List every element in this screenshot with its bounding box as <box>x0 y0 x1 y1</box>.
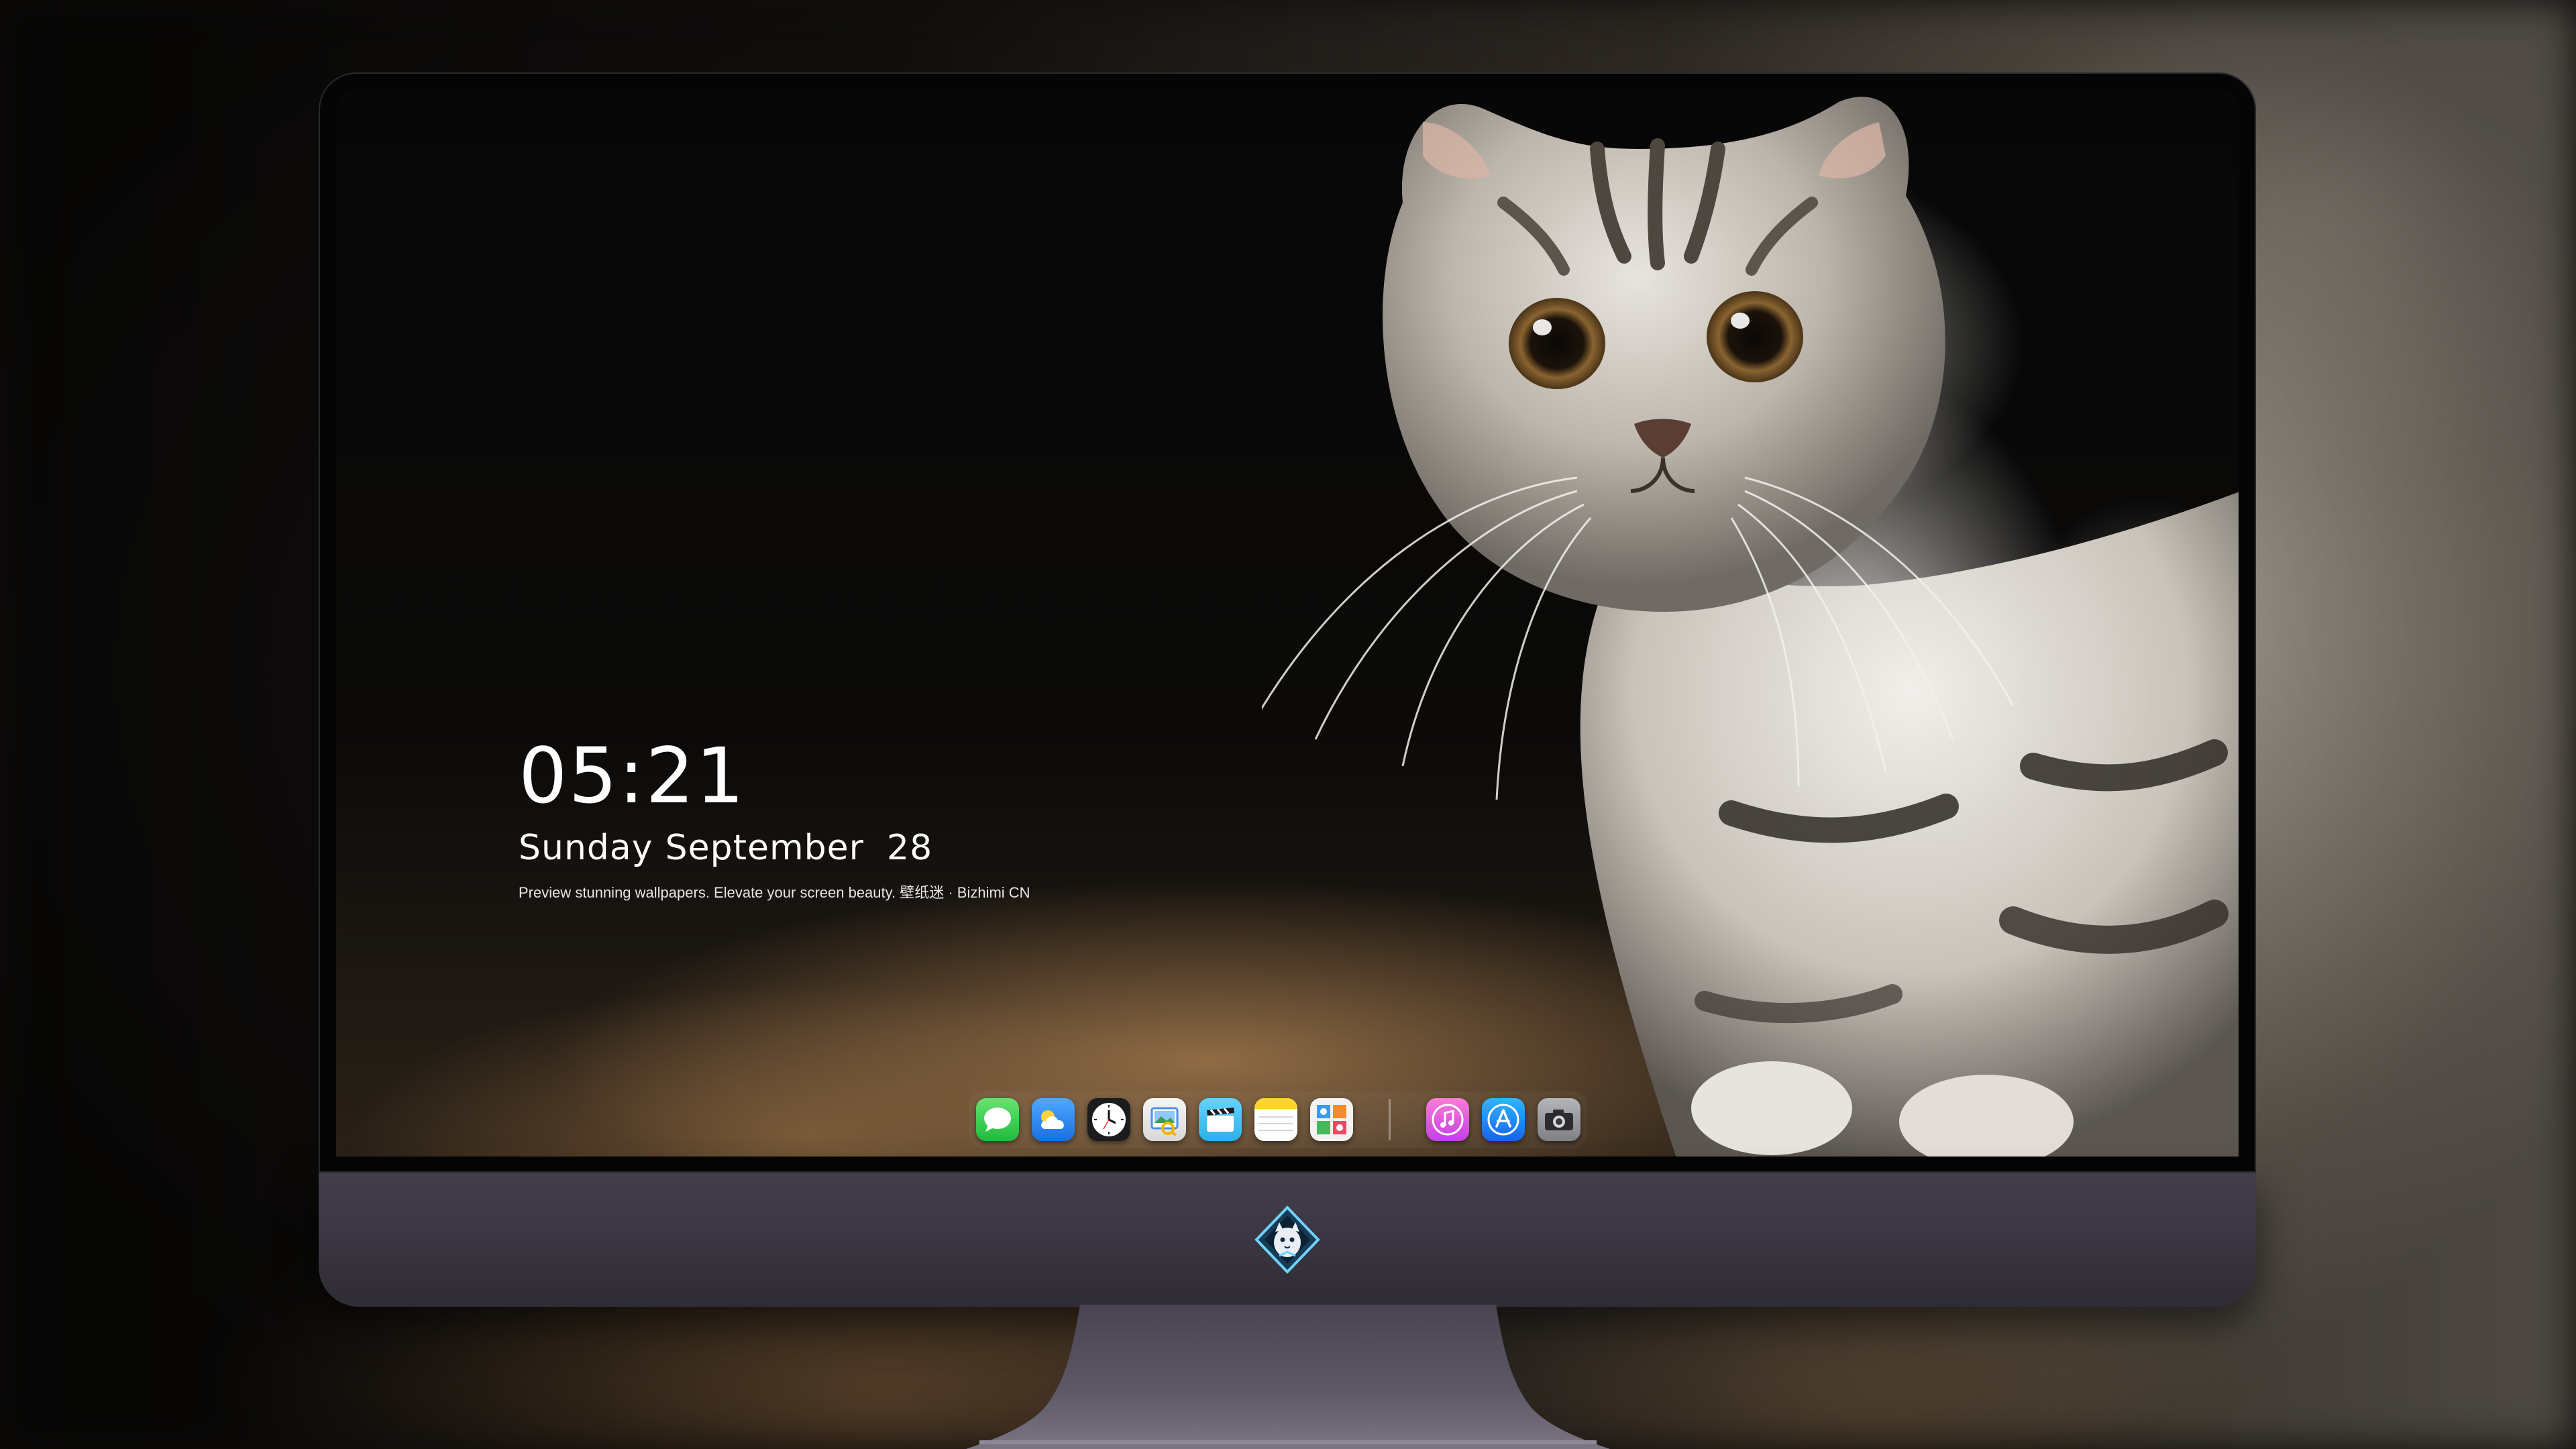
date-day-number: 28 <box>887 828 933 868</box>
clock-time: 05:21 <box>519 731 746 820</box>
desktop-stage: 05:21 Sunday September 28 Preview stunning… <box>0 0 2576 1449</box>
lock-screen-info: 05:21 Sunday September 28 Preview stunning… <box>519 738 1030 900</box>
date-month: September <box>665 828 864 868</box>
preview-icon[interactable] <box>1143 1098 1186 1141</box>
wallpaper-tagline: Preview stunning wallpapers. Elevate you… <box>519 884 1030 901</box>
notes-icon[interactable] <box>1254 1098 1297 1141</box>
messages-icon[interactable] <box>976 1098 1019 1141</box>
clips-icon[interactable] <box>1199 1098 1242 1141</box>
monitor-chin <box>319 1173 2256 1307</box>
weather-icon[interactable] <box>1032 1098 1075 1141</box>
monitor-bezel: 05:21 Sunday September 28 Preview stunning… <box>319 72 2256 1173</box>
clock-icon[interactable] <box>1087 1098 1130 1141</box>
date-weekday: Sunday <box>519 828 653 868</box>
dock-separator <box>1389 1099 1391 1140</box>
date-line: Sunday September 28 <box>519 830 1030 865</box>
kitten-wallpaper-image <box>1262 97 2239 1157</box>
monitor-stand <box>966 1305 1610 1449</box>
camera-icon[interactable] <box>1538 1098 1580 1141</box>
brand-logo-icon <box>1254 1205 1320 1274</box>
monitor-screen[interactable]: 05:21 Sunday September 28 Preview stunning… <box>336 89 2239 1157</box>
itunes-icon[interactable] <box>1426 1098 1469 1141</box>
photo-booth-icon[interactable] <box>1310 1098 1353 1141</box>
monitor: 05:21 Sunday September 28 Preview stunning… <box>319 72 2256 1307</box>
dock <box>969 1091 1587 1148</box>
app-store-icon[interactable] <box>1482 1098 1525 1141</box>
